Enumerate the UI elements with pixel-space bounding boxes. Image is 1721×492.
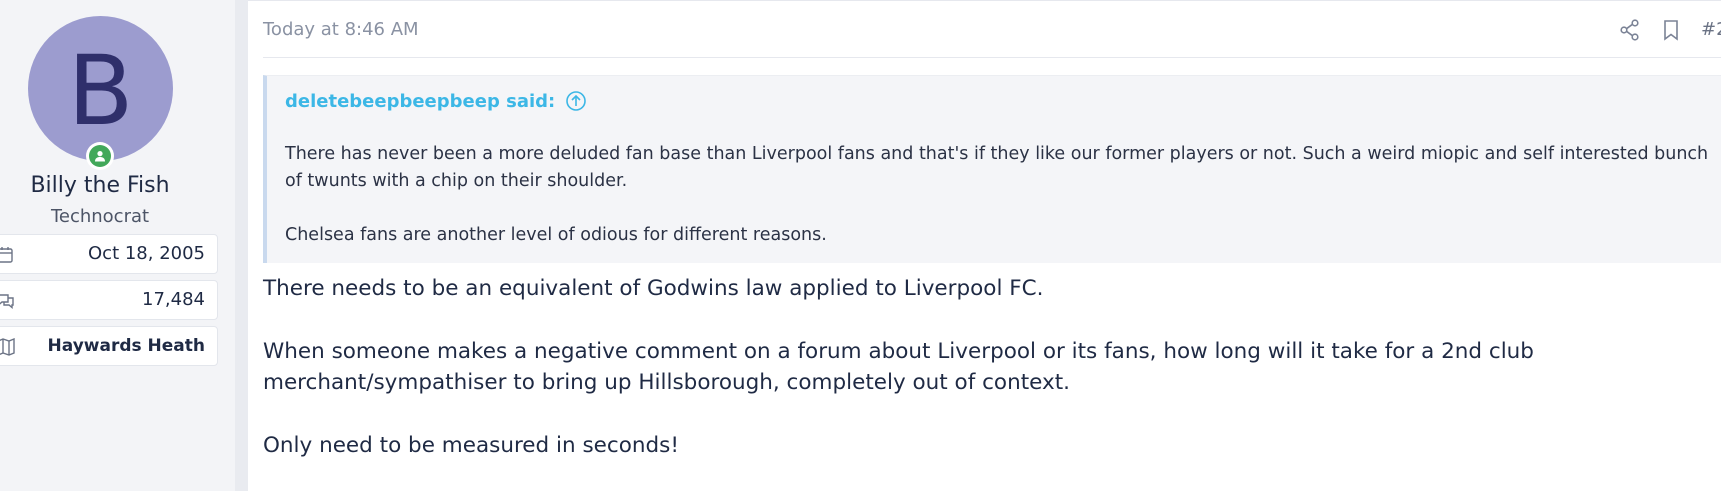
post-body: There needs to be an equivalent of Godwi…	[263, 273, 1721, 461]
stat-messages-value: 17,484	[142, 289, 205, 310]
share-icon[interactable]	[1618, 18, 1642, 42]
online-user-icon	[89, 145, 111, 167]
post-number-link[interactable]: #2	[1701, 19, 1721, 40]
bookmark-icon[interactable]	[1659, 18, 1683, 42]
quote-text: There has never been a more deluded fan …	[285, 141, 1721, 249]
post-timestamp[interactable]: Today at 8:46 AM	[263, 19, 419, 40]
stat-location-value: Haywards Heath	[47, 336, 205, 356]
messages-icon	[0, 292, 15, 310]
online-status-badge	[86, 142, 114, 170]
stat-joined-value: Oct 18, 2005	[88, 243, 205, 264]
post-content: Today at 8:46 AM #2 deletebeepbeepbeep s…	[248, 0, 1721, 492]
post-paragraph: Only need to be measured in seconds!	[263, 433, 679, 458]
user-sidebar: B Billy the Fish Technocrat Oct 18, 2005	[0, 0, 235, 491]
avatar[interactable]: B	[28, 16, 173, 161]
quote-paragraph: There has never been a more deluded fan …	[285, 144, 1709, 191]
quote-paragraph: Chelsea fans are another level of odious…	[285, 225, 827, 245]
post-paragraph: When someone makes a negative comment on…	[263, 339, 1534, 395]
arrow-up-circle-icon[interactable]	[565, 90, 587, 112]
stat-joined: Oct 18, 2005	[0, 234, 218, 274]
stat-messages[interactable]: 17,484	[0, 280, 218, 320]
column-divider	[235, 0, 248, 491]
avatar-letter: B	[67, 34, 134, 147]
quote-author-label: deletebeepbeepbeep said:	[285, 90, 556, 112]
post-paragraph: There needs to be an equivalent of Godwi…	[263, 276, 1044, 301]
user-title: Technocrat	[50, 206, 150, 227]
quote-block: deletebeepbeepbeep said: There has never…	[263, 75, 1721, 263]
stat-location[interactable]: Haywards Heath	[0, 326, 218, 366]
username-link[interactable]: Billy the Fish	[0, 173, 200, 198]
quote-author-link[interactable]: deletebeepbeepbeep said:	[285, 90, 587, 112]
header-divider	[263, 57, 1721, 58]
map-icon	[0, 337, 15, 356]
calendar-icon	[0, 246, 15, 264]
